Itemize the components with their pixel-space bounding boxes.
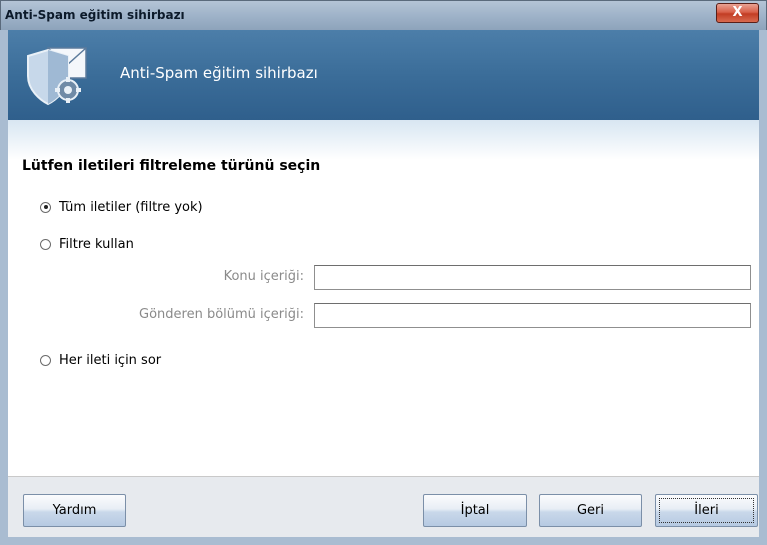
radio-use-filter[interactable]: Filtre kullan bbox=[40, 235, 134, 253]
help-button[interactable]: Yardım bbox=[23, 494, 126, 527]
header-title: Anti-Spam eğitim sihirbazı bbox=[120, 64, 318, 82]
radio-button[interactable] bbox=[40, 354, 51, 366]
cancel-button[interactable]: İptal bbox=[423, 494, 527, 527]
sender-label: Gönderen bölümü içeriği: bbox=[139, 307, 304, 322]
radio-all-messages[interactable]: Tüm iletiler (filtre yok) bbox=[40, 198, 203, 216]
next-button[interactable]: İleri bbox=[655, 494, 758, 527]
sender-input[interactable] bbox=[314, 303, 751, 328]
close-button[interactable]: X bbox=[716, 3, 759, 23]
window-title: Anti-Spam eğitim sihirbazı bbox=[5, 8, 185, 22]
page-heading: Lütfen iletileri filtreleme türünü seçin bbox=[22, 158, 321, 174]
subject-input[interactable] bbox=[314, 265, 751, 290]
radio-ask-each[interactable]: Her ileti için sor bbox=[40, 351, 161, 369]
back-button[interactable]: Geri bbox=[539, 494, 642, 527]
header-gradient bbox=[8, 120, 759, 160]
radio-label: Filtre kullan bbox=[59, 236, 134, 252]
title-bar: Anti-Spam eğitim sihirbazı X bbox=[0, 0, 767, 30]
radio-label: Her ileti için sor bbox=[59, 352, 162, 368]
radio-label: Tüm iletiler (filtre yok) bbox=[59, 199, 203, 215]
close-icon: X bbox=[732, 5, 743, 20]
wizard-header: Anti-Spam eğitim sihirbazı bbox=[8, 30, 759, 120]
radio-button[interactable] bbox=[40, 238, 51, 250]
subject-label: Konu içeriği: bbox=[223, 269, 304, 284]
radio-button[interactable] bbox=[40, 201, 51, 213]
shield-mail-gear-icon bbox=[27, 47, 87, 106]
